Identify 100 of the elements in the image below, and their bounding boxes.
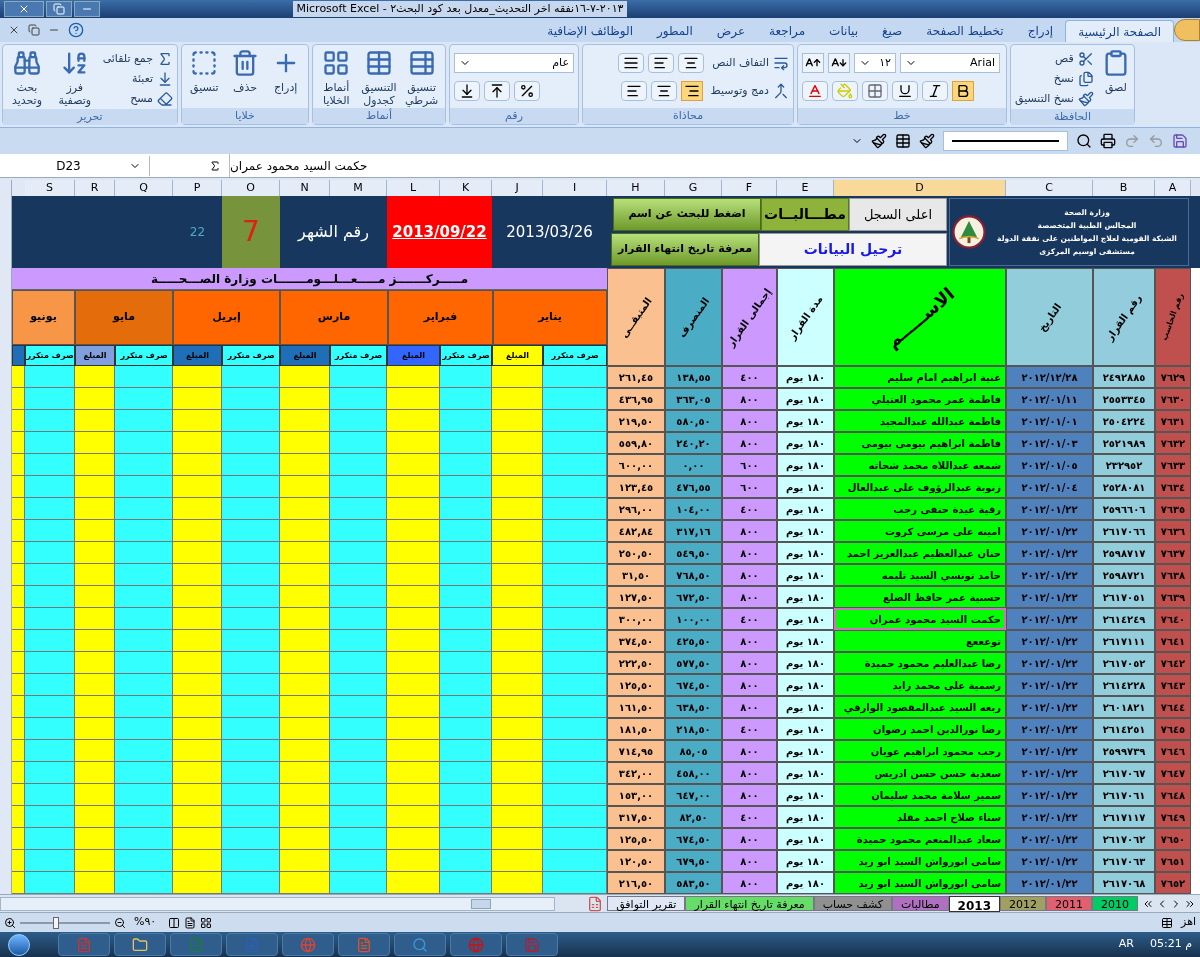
pen-color-icon[interactable] bbox=[871, 133, 887, 149]
normal-view-icon[interactable] bbox=[200, 916, 213, 929]
ribbon-command[interactable]: بحث وتحديد bbox=[7, 49, 47, 109]
ribbon-command[interactable]: دمج وتوسيط bbox=[710, 81, 789, 101]
ribbon-command[interactable]: تنسيق bbox=[186, 49, 223, 94]
zoom-slider[interactable] bbox=[20, 916, 110, 929]
insert-function-icon[interactable] bbox=[209, 159, 221, 172]
ribbon-tab[interactable]: صيغ bbox=[870, 20, 915, 42]
column-letter[interactable]: N bbox=[280, 180, 330, 196]
sheet-tab[interactable]: 2010 bbox=[1092, 896, 1138, 911]
restore-button[interactable] bbox=[46, 1, 72, 17]
align-left-button[interactable] bbox=[620, 81, 647, 101]
ribbon-command[interactable]: نسخ bbox=[1015, 69, 1094, 89]
sheet-button[interactable]: اعلى السجل bbox=[849, 198, 947, 231]
column-letter[interactable]: C bbox=[1006, 180, 1093, 196]
column-letter[interactable]: P bbox=[173, 180, 222, 196]
vertical-scrollbar[interactable] bbox=[0, 180, 12, 894]
ribbon-command[interactable]: التنسيق كجدول bbox=[359, 49, 399, 107]
column-letter[interactable]: M bbox=[330, 180, 387, 196]
ribbon-tab[interactable]: تخطيط الصفحة bbox=[914, 20, 1016, 42]
close-icon[interactable] bbox=[8, 24, 20, 36]
column-letter[interactable]: J bbox=[492, 180, 543, 196]
number-format-field[interactable]: عام bbox=[454, 53, 574, 73]
font-size-shrink-button[interactable] bbox=[828, 53, 850, 73]
ribbon-command[interactable]: نسخ التنسيق bbox=[1015, 89, 1094, 109]
font-size-grow-button[interactable] bbox=[802, 53, 824, 73]
ribbon-command[interactable]: فرز وتصفية bbox=[54, 49, 95, 109]
ribbon-tab[interactable]: إدراج bbox=[1015, 20, 1066, 42]
increase-decimal-button[interactable] bbox=[484, 81, 510, 101]
restore-icon[interactable] bbox=[28, 24, 40, 36]
zoom-out-icon[interactable] bbox=[114, 916, 126, 929]
print-preview-icon[interactable] bbox=[1076, 133, 1092, 149]
ribbon-tab[interactable]: مراجعة bbox=[757, 20, 818, 42]
print-icon[interactable] bbox=[1100, 133, 1116, 149]
column-letter[interactable]: O bbox=[222, 180, 280, 196]
sheet-button[interactable]: معرفة تاريخ انتهاء القرار bbox=[611, 233, 759, 266]
ribbon-command[interactable]: تعبئة bbox=[102, 69, 173, 89]
sheet-button[interactable]: مطـــالبــات bbox=[761, 198, 849, 231]
horizontal-scrollbar[interactable] bbox=[0, 896, 555, 911]
vertical-align-button[interactable] bbox=[678, 53, 705, 73]
save-icon[interactable] bbox=[1172, 133, 1188, 149]
ribbon-command[interactable]: حذف bbox=[226, 49, 264, 94]
page-layout-view-icon[interactable] bbox=[184, 916, 197, 929]
sheet-tab[interactable]: تقرير التوافق bbox=[607, 896, 686, 911]
zoom-thumb[interactable] bbox=[53, 916, 59, 929]
column-letter[interactable]: B bbox=[1093, 180, 1155, 196]
scroll-thumb[interactable] bbox=[471, 898, 491, 909]
borders-button[interactable] bbox=[862, 81, 888, 101]
sheet-tab[interactable]: 2013 bbox=[948, 895, 1000, 912]
column-letter[interactable]: D bbox=[834, 180, 1006, 196]
bold-button[interactable] bbox=[952, 81, 974, 101]
taskbar-app[interactable] bbox=[114, 933, 166, 956]
column-letter[interactable]: G bbox=[665, 180, 722, 196]
ribbon-command[interactable]: جمع تلقائى bbox=[102, 49, 173, 69]
insert-sheet-icon[interactable] bbox=[587, 895, 604, 912]
orientation-button[interactable] bbox=[648, 53, 675, 73]
ribbon-tab[interactable]: الصفحة الرئيسية bbox=[1065, 20, 1174, 42]
sheet-button[interactable]: ترحيل البيانات bbox=[759, 233, 947, 266]
ribbon-command[interactable]: مسح bbox=[102, 89, 173, 109]
language-indicator[interactable]: AR bbox=[1118, 936, 1134, 953]
ribbon-command[interactable]: التفاف النص bbox=[712, 53, 789, 73]
column-letter[interactable]: K bbox=[440, 180, 492, 196]
ribbon-command[interactable]: أنماط الخلايا bbox=[317, 49, 356, 107]
underline-button[interactable] bbox=[892, 81, 918, 101]
table-icon[interactable] bbox=[895, 133, 911, 149]
ribbon-command[interactable]: إدراج bbox=[267, 49, 304, 94]
fill-color-button[interactable] bbox=[832, 81, 858, 101]
percent-button[interactable] bbox=[514, 81, 540, 101]
column-letter[interactable]: H bbox=[607, 180, 665, 196]
sheet-tab[interactable]: كشف حساب bbox=[813, 896, 892, 911]
column-letter[interactable]: A bbox=[1155, 180, 1191, 196]
decrease-decimal-button[interactable] bbox=[454, 81, 480, 101]
formula-field[interactable]: حكمت السيد محمود عمران bbox=[230, 154, 1200, 177]
align-center-button[interactable] bbox=[650, 81, 677, 101]
font-name-field[interactable]: Arial bbox=[900, 53, 1000, 73]
indent-button[interactable] bbox=[618, 53, 645, 73]
help-icon[interactable] bbox=[68, 22, 84, 38]
column-letter[interactable]: E bbox=[777, 180, 834, 196]
column-letter[interactable]: F bbox=[722, 180, 777, 196]
line-style-field[interactable] bbox=[943, 131, 1068, 151]
name-box[interactable]: D23 bbox=[0, 155, 150, 176]
ribbon-command[interactable]: لصق bbox=[1101, 49, 1130, 109]
column-letter[interactable]: Q bbox=[115, 180, 173, 196]
sheet-tab[interactable]: 2011 bbox=[1046, 896, 1092, 911]
start-button[interactable] bbox=[8, 933, 30, 956]
column-letter[interactable]: L bbox=[387, 180, 440, 196]
font-size-field[interactable]: ١٢ bbox=[854, 53, 896, 73]
ribbon-tab[interactable]: الوظائف الإضافية bbox=[535, 20, 645, 42]
sheet-tab[interactable]: مطالبات bbox=[891, 896, 949, 911]
ribbon-command[interactable]: تنسيق شرطي bbox=[402, 49, 441, 107]
column-letter[interactable]: S bbox=[25, 180, 75, 196]
ribbon-command[interactable]: قص bbox=[1015, 49, 1094, 69]
column-letter[interactable]: R bbox=[75, 180, 115, 196]
column-letter[interactable]: I bbox=[543, 180, 607, 196]
italic-button[interactable] bbox=[922, 81, 948, 101]
clock[interactable]: م 05:21 bbox=[1150, 936, 1192, 953]
sheet-button[interactable]: اضغط للبحث عن اسم bbox=[613, 198, 761, 231]
sheet-tab[interactable]: 2012 bbox=[1000, 896, 1046, 911]
align-right-button[interactable] bbox=[680, 81, 703, 101]
ribbon-tab[interactable]: المطور bbox=[645, 20, 705, 42]
